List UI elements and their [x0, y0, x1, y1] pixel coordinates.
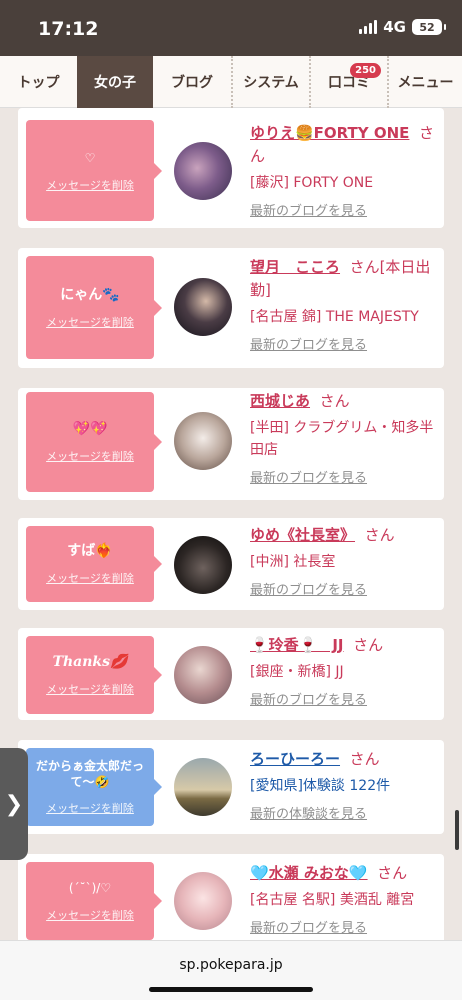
top-nav: トップ 女の子 ブログ システム 口コミ 250 メニュー: [0, 56, 462, 108]
shop-name: [藤沢] FORTY ONE: [250, 175, 374, 191]
message-text: にゃん🐾: [60, 286, 120, 303]
shop-name: [銀座・新橋] JJ: [250, 664, 344, 680]
avatar[interactable]: [174, 412, 232, 470]
girl-name-link[interactable]: 🍷玲香🍷 JJ: [250, 636, 344, 654]
latest-review-link[interactable]: 最新の体験談を見る: [250, 803, 440, 822]
latest-blog-link[interactable]: 最新のブログを見る: [250, 334, 440, 353]
delete-message-link[interactable]: メッセージを削除: [46, 800, 134, 816]
message-bubble: (´˘`)/♡ メッセージを削除: [26, 862, 162, 940]
message-bubble: ♡ メッセージを削除: [26, 120, 162, 221]
message-bubble: 💖💖 メッセージを削除: [26, 392, 162, 492]
avatar[interactable]: [174, 278, 232, 336]
battery-icon: 52: [412, 19, 446, 35]
list-item: 💖💖 メッセージを削除 西城じあ さん [半田] クラブグリム・知多半田店 最新…: [18, 388, 444, 500]
message-text: すば❤️‍🔥: [67, 543, 113, 559]
message-bubble: だからぁ金太郎だって〜🤣 メッセージを削除: [26, 748, 162, 826]
girl-name-link[interactable]: 望月 こころ: [250, 258, 340, 276]
list-item: (´˘`)/♡ メッセージを削除 🩵水瀬 みおな🩵 さん [名古屋 名駅] 美酒…: [18, 854, 444, 940]
nav-girls[interactable]: 女の子: [77, 56, 153, 108]
shop-name: [名古屋 名駅] 美酒乱 離宮: [250, 892, 415, 908]
latest-blog-link[interactable]: 最新のブログを見る: [250, 467, 440, 486]
message-bubble: にゃん🐾 メッセージを削除: [26, 256, 162, 359]
girl-name-link[interactable]: ゆめ《社長室》: [250, 526, 355, 544]
signal-icon: [359, 20, 378, 34]
avatar[interactable]: [174, 646, 232, 704]
avatar[interactable]: [174, 872, 232, 930]
shop-name: [中洲] 社長室: [250, 554, 336, 570]
message-bubble: Thanks💋 メッセージを削除: [26, 636, 162, 714]
list-item: にゃん🐾 メッセージを削除 望月 こころ さん[本日出勤] [名古屋 錦] TH…: [18, 248, 444, 368]
status-bar: 17:12 4G 52: [0, 0, 462, 56]
message-list: ♡ メッセージを削除 ゆりえ🍔FORTY ONE さん [藤沢] FORTY O…: [0, 108, 462, 940]
avatar[interactable]: [174, 142, 232, 200]
reviewer-name-link[interactable]: ろーひーろー: [250, 750, 340, 768]
list-item: Thanks💋 メッセージを削除 🍷玲香🍷 JJ さん [銀座・新橋] JJ 最…: [18, 628, 444, 720]
delete-message-link[interactable]: メッセージを削除: [46, 314, 134, 330]
latest-blog-link[interactable]: 最新のブログを見る: [250, 579, 440, 598]
reviews-count-badge: 250: [350, 63, 381, 78]
girl-name-link[interactable]: 🩵水瀬 みおな🩵: [250, 864, 368, 882]
nav-blog[interactable]: ブログ: [153, 56, 231, 108]
nav-menu[interactable]: メニュー: [387, 56, 462, 108]
girl-name-link[interactable]: ゆりえ🍔FORTY ONE: [250, 124, 409, 142]
message-text: だからぁ金太郎だって〜🤣: [35, 759, 144, 789]
list-item: だからぁ金太郎だって〜🤣 メッセージを削除 ろーひーろー さん [愛知県]体験談…: [18, 740, 444, 834]
list-item: ♡ メッセージを削除 ゆりえ🍔FORTY ONE さん [藤沢] FORTY O…: [18, 108, 444, 228]
side-drawer-toggle[interactable]: ❯: [0, 748, 28, 860]
latest-blog-link[interactable]: 最新のブログを見る: [250, 689, 440, 708]
url-text[interactable]: sp.pokepara.jp: [0, 957, 462, 973]
nav-system[interactable]: システム: [231, 56, 309, 108]
delete-message-link[interactable]: メッセージを削除: [46, 907, 134, 923]
girl-name-link[interactable]: 西城じあ: [250, 392, 310, 410]
latest-blog-link[interactable]: 最新のブログを見る: [250, 917, 440, 936]
nav-top[interactable]: トップ: [0, 56, 77, 108]
avatar[interactable]: [174, 536, 232, 594]
shop-name: [名古屋 錦] THE MAJESTY: [250, 309, 419, 325]
nav-reviews[interactable]: 口コミ 250: [309, 56, 387, 108]
avatar[interactable]: [174, 758, 232, 816]
list-item: すば❤️‍🔥 メッセージを削除 ゆめ《社長室》 さん [中洲] 社長室 最新のブ…: [18, 518, 444, 610]
message-text: 💖💖: [72, 421, 108, 437]
review-count: [愛知県]体験談 122件: [250, 778, 391, 794]
delete-message-link[interactable]: メッセージを削除: [46, 570, 134, 586]
battery-level: 52: [419, 20, 435, 34]
delete-message-link[interactable]: メッセージを削除: [46, 177, 134, 193]
chevron-right-icon: ❯: [4, 791, 24, 817]
browser-address-bar[interactable]: sp.pokepara.jp: [0, 940, 462, 1000]
message-text: ♡: [84, 150, 96, 165]
status-time: 17:12: [38, 18, 99, 40]
latest-blog-link[interactable]: 最新のブログを見る: [250, 200, 440, 219]
shop-name: [半田] クラブグリム・知多半田店: [250, 420, 434, 458]
scrollbar[interactable]: [455, 810, 459, 850]
delete-message-link[interactable]: メッセージを削除: [46, 681, 134, 697]
message-text: Thanks💋: [52, 654, 128, 670]
delete-message-link[interactable]: メッセージを削除: [46, 448, 134, 464]
home-indicator: [149, 987, 313, 992]
message-bubble: すば❤️‍🔥 メッセージを削除: [26, 526, 162, 602]
network-label: 4G: [383, 18, 406, 36]
message-text: (´˘`)/♡: [68, 881, 112, 895]
